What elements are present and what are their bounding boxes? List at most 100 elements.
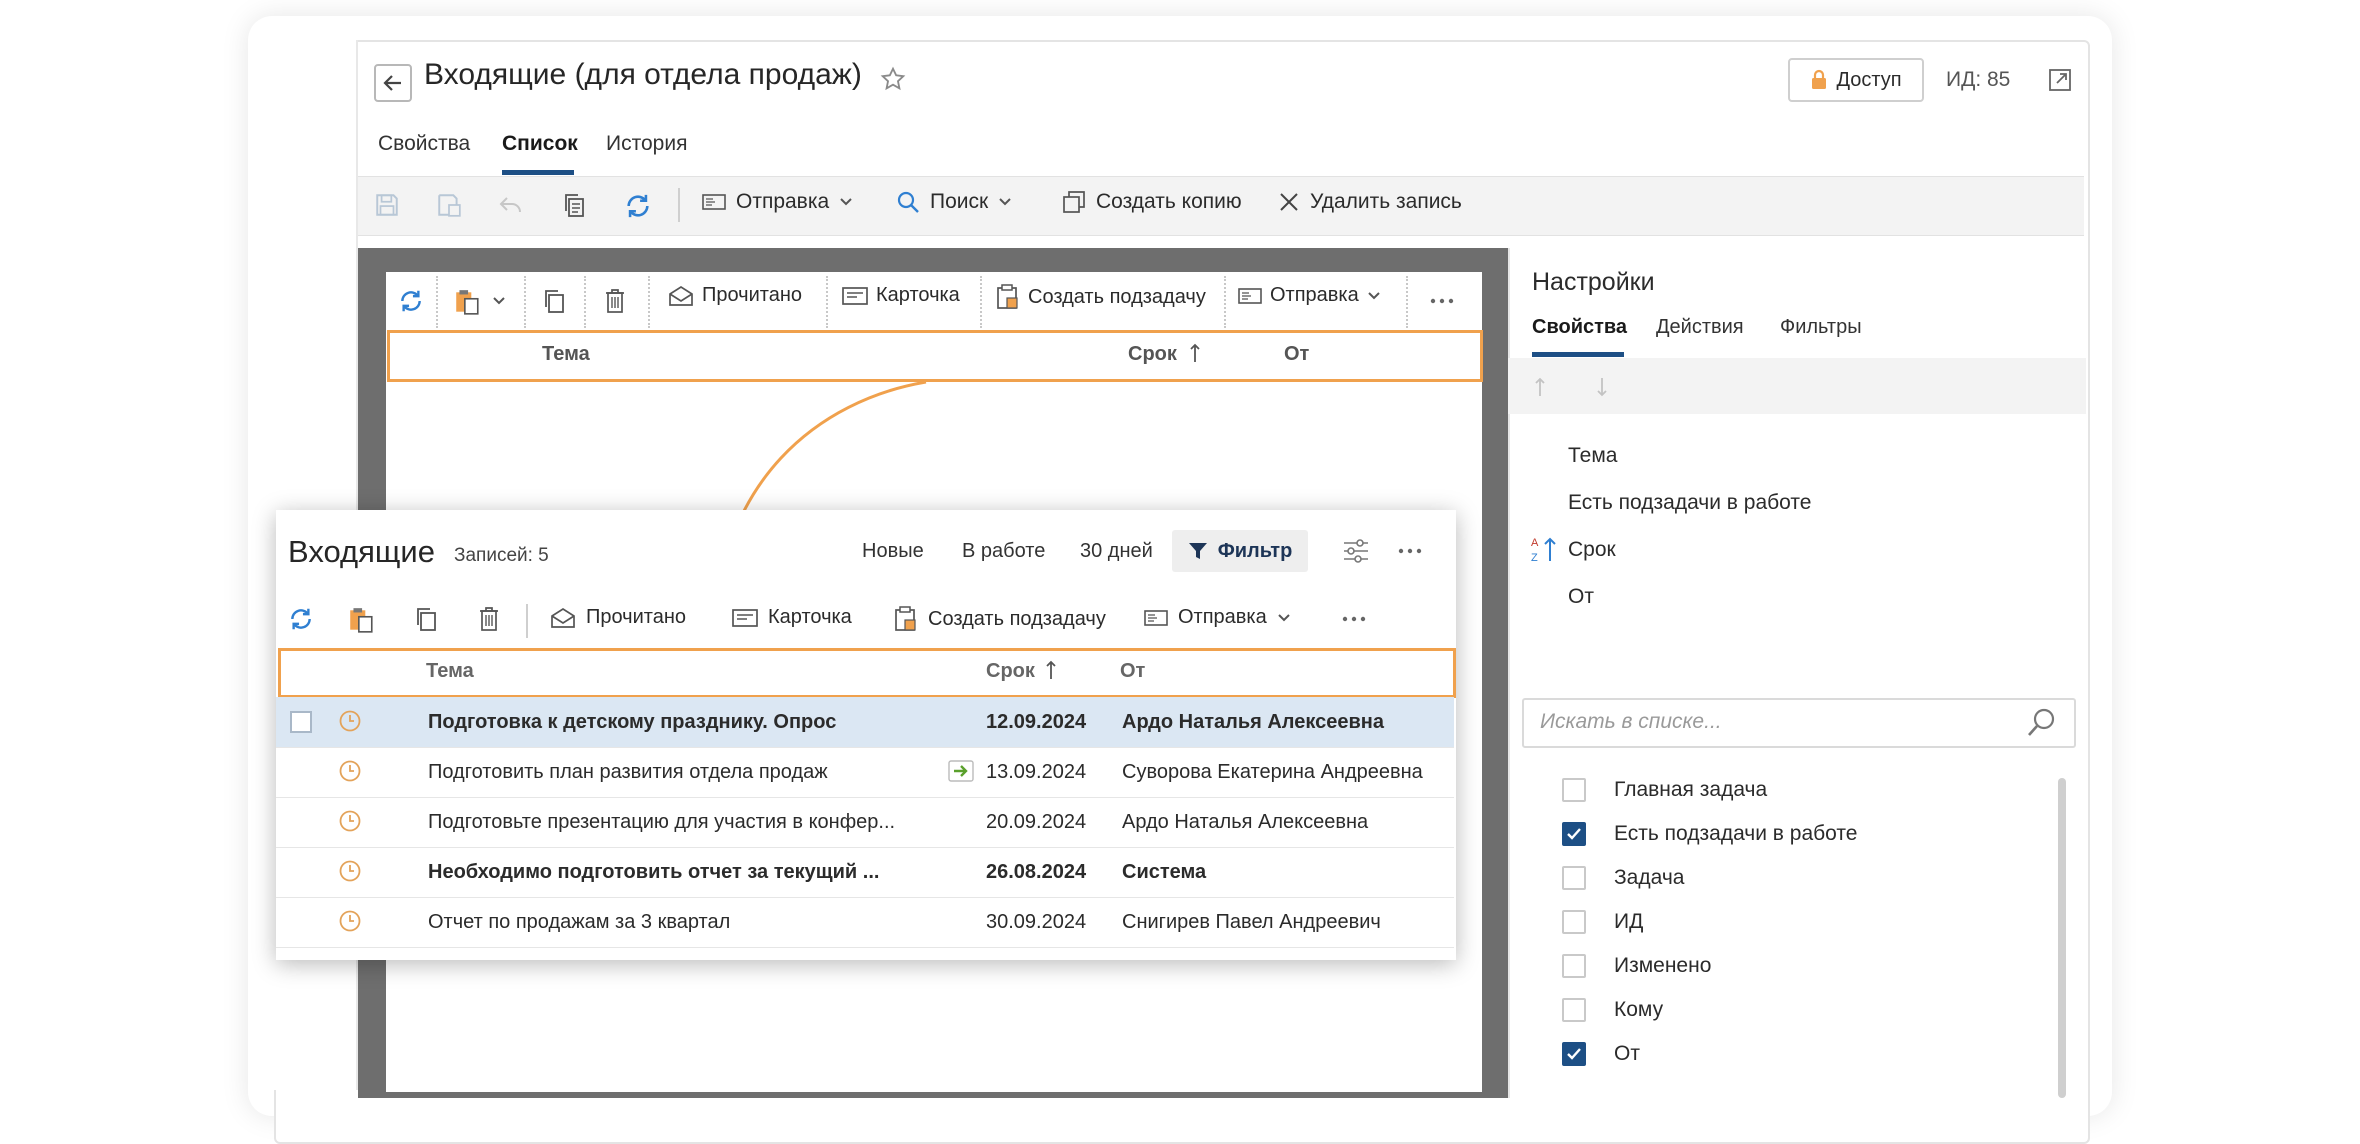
trash-icon[interactable] <box>478 606 500 632</box>
create-copy-button[interactable]: Создать копию <box>1062 190 1242 214</box>
row-due-date: 12.09.2024 <box>986 711 1087 733</box>
toolbar-separator <box>980 276 982 328</box>
sort-field-item[interactable]: Срок <box>1568 538 1616 562</box>
preview-card-label: Карточка <box>876 284 960 306</box>
sort-az-icon: AZ <box>1530 534 1560 564</box>
field-option-label: От <box>1614 1042 1640 1065</box>
tab-properties[interactable]: Свойства <box>378 132 470 156</box>
checkbox-checked[interactable] <box>1562 822 1586 846</box>
subtask-icon <box>894 606 918 632</box>
sort-field-item[interactable]: От <box>1568 585 1594 609</box>
create-subtask-label: Создать подзадачу <box>928 607 1106 630</box>
settings-tab-actions[interactable]: Действия <box>1656 316 1744 339</box>
tab-history[interactable]: История <box>606 132 687 156</box>
preview-create-subtask-button[interactable]: Создать подзадачу <box>996 284 1206 310</box>
preview-column-subject[interactable]: Тема <box>542 343 590 366</box>
filter-button[interactable]: Фильтр <box>1172 530 1308 572</box>
checkbox[interactable] <box>1562 866 1586 890</box>
delete-record-button[interactable]: Удалить запись <box>1278 190 1462 214</box>
more-icon[interactable] <box>1342 616 1366 622</box>
save-icon[interactable] <box>374 192 400 218</box>
filter-30-days[interactable]: 30 дней <box>1080 540 1153 563</box>
envelope-icon <box>1238 287 1262 305</box>
send-button[interactable]: Отправка <box>1144 606 1291 629</box>
field-option-label: Главная задача <box>1614 778 1768 801</box>
paste-icon[interactable] <box>454 288 480 316</box>
settings-tab-properties[interactable]: Свойства <box>1532 316 1627 339</box>
field-option[interactable]: ИД <box>1562 910 1643 934</box>
settings-title: Настройки <box>1532 268 1655 296</box>
filter-in-work[interactable]: В работе <box>962 540 1045 563</box>
create-subtask-button[interactable]: Создать подзадачу <box>894 606 1106 632</box>
refresh-icon[interactable] <box>398 288 424 314</box>
more-icon[interactable] <box>1430 298 1454 304</box>
field-option[interactable]: Кому <box>1562 998 1663 1022</box>
search-button[interactable]: Поиск <box>896 190 1012 214</box>
filter-new[interactable]: Новые <box>862 540 924 563</box>
column-due[interactable]: Срок <box>986 660 1035 683</box>
paste-icon[interactable] <box>348 606 374 634</box>
read-button[interactable]: Прочитано <box>550 606 686 629</box>
save-as-icon[interactable] <box>436 192 462 218</box>
sort-field-item[interactable]: Тема <box>1568 444 1617 468</box>
move-up-icon[interactable] <box>1534 376 1546 398</box>
undo-icon[interactable] <box>498 194 524 216</box>
settings-search-placeholder: Искать в списке... <box>1540 710 1722 733</box>
open-external-icon[interactable] <box>2048 68 2072 92</box>
preview-read-button[interactable]: Прочитано <box>668 284 802 307</box>
open-envelope-icon <box>550 607 576 629</box>
tab-list[interactable]: Список <box>502 132 578 156</box>
field-option[interactable]: Задача <box>1562 866 1684 890</box>
field-option[interactable]: Главная задача <box>1562 778 1767 802</box>
row-subject: Подготовьте презентацию для участия в ко… <box>428 811 896 833</box>
star-icon[interactable] <box>880 66 906 92</box>
sort-ascending-icon <box>1046 659 1056 681</box>
more-icon[interactable] <box>1398 548 1422 554</box>
trash-icon[interactable] <box>604 288 626 314</box>
copy-icon[interactable] <box>414 606 438 632</box>
chevron-down-icon[interactable] <box>492 296 506 306</box>
checkbox[interactable] <box>1562 910 1586 934</box>
forward-arrow-icon <box>948 760 974 782</box>
refresh-icon[interactable] <box>624 192 652 220</box>
checkbox[interactable] <box>1562 954 1586 978</box>
field-option-label: ИД <box>1614 910 1644 933</box>
preview-card-button[interactable]: Карточка <box>842 284 960 307</box>
active-tab-indicator <box>1532 352 1624 357</box>
list-title: Входящие <box>288 534 435 569</box>
column-from[interactable]: От <box>1120 660 1145 683</box>
send-button[interactable]: Отправка <box>702 190 853 214</box>
field-option[interactable]: Изменено <box>1562 954 1711 978</box>
row-checkbox[interactable] <box>290 711 312 733</box>
svg-text:Z: Z <box>1531 552 1538 564</box>
search-icon[interactable] <box>2026 706 2058 738</box>
sort-field-item[interactable]: Есть подзадачи в работе <box>1568 491 1811 515</box>
filter-label: Фильтр <box>1217 539 1293 562</box>
field-option[interactable]: От <box>1562 1042 1640 1066</box>
check-icon <box>1567 1048 1581 1060</box>
checkbox-checked[interactable] <box>1562 1042 1586 1066</box>
scrollbar[interactable] <box>2058 778 2066 1098</box>
column-subject[interactable]: Тема <box>426 660 474 683</box>
card-button[interactable]: Карточка <box>732 606 852 629</box>
sort-order-toolbar <box>1508 358 2086 414</box>
settings-tab-filters[interactable]: Фильтры <box>1780 316 1862 339</box>
copy-icon[interactable] <box>562 192 586 218</box>
field-option-label: Задача <box>1614 866 1685 889</box>
access-label: Доступ <box>1836 68 1902 91</box>
copy-icon[interactable] <box>542 288 566 314</box>
page-title: Входящие (для отдела продаж) <box>424 58 862 91</box>
checkbox[interactable] <box>1562 778 1586 802</box>
back-button[interactable] <box>374 64 412 102</box>
refresh-icon[interactable] <box>288 606 314 632</box>
settings-sliders-icon[interactable] <box>1342 538 1370 564</box>
preview-column-due[interactable]: Срок <box>1128 343 1177 366</box>
access-button[interactable]: Доступ <box>1788 58 1924 102</box>
lock-icon <box>1810 69 1828 91</box>
field-option[interactable]: Есть подзадачи в работе <box>1562 822 1857 846</box>
preview-send-button[interactable]: Отправка <box>1238 284 1381 307</box>
preview-column-from[interactable]: От <box>1284 343 1309 366</box>
move-down-icon[interactable] <box>1596 376 1608 398</box>
row-from: Суворова Екатерина Андреевна <box>1122 761 1423 783</box>
checkbox[interactable] <box>1562 998 1586 1022</box>
